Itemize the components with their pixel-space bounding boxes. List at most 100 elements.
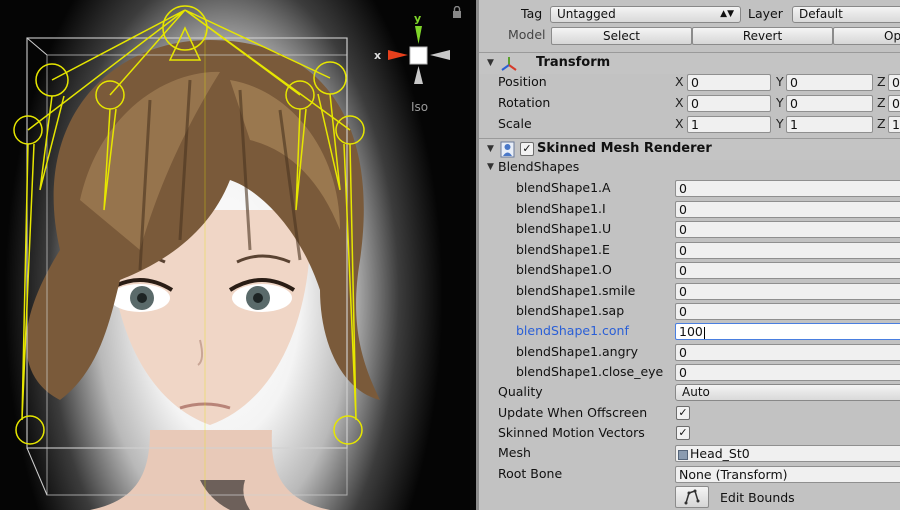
scale-z-field[interactable]: 1 <box>888 116 900 133</box>
axis-y-label: Y <box>776 74 784 89</box>
blendshape-row: blendShape1.sap 0 <box>479 302 900 322</box>
quality-row: Quality Auto <box>479 383 900 403</box>
inspector-panel: Tag Untagged ▲▼ Layer Default Model Sele… <box>476 0 900 510</box>
blendshape-value-field[interactable]: 0 <box>675 221 900 238</box>
rotation-label: Rotation <box>498 95 551 110</box>
mesh-row: Mesh Head_St0 <box>479 444 900 464</box>
rotation-row: Rotation X 0 Y 0 Z 0 <box>479 94 900 114</box>
edit-bounds-row: Edit Bounds <box>479 486 900 510</box>
fold-arrow-icon[interactable]: ▼ <box>487 139 494 159</box>
blendshape-value-field[interactable]: 0 <box>675 180 900 197</box>
renderer-title: Skinned Mesh Renderer <box>537 141 712 156</box>
scene-view[interactable]: y x Iso <box>0 0 476 510</box>
axis-z-label: Z <box>877 116 886 131</box>
tag-label: Tag <box>521 6 543 21</box>
transform-title: Transform <box>536 55 611 70</box>
lock-icon[interactable] <box>452 6 462 18</box>
motion-vectors-checkbox[interactable]: ✓ <box>676 426 690 440</box>
blendshape-name: blendShape1.O <box>516 262 612 277</box>
mesh-asset-icon <box>678 449 688 460</box>
fold-arrow-icon[interactable]: ▼ <box>487 158 494 176</box>
position-y-field[interactable]: 0 <box>786 74 873 91</box>
rotation-z-field[interactable]: 0 <box>888 95 900 112</box>
blendshape-value-field[interactable]: 0 <box>675 303 900 320</box>
layer-dropdown[interactable]: Default <box>792 6 900 23</box>
dropdown-arrow-icon: ▲▼ <box>720 9 734 19</box>
edit-bounds-icon <box>684 489 700 505</box>
blendshape-value-field-focused[interactable]: 100 <box>675 323 900 340</box>
blendshape-name: blendShape1.U <box>516 221 612 236</box>
mesh-label: Mesh <box>498 445 531 460</box>
blendshape-name: blendShape1.sap <box>516 303 625 318</box>
quality-value: Auto <box>682 385 710 399</box>
blendshape-row: blendShape1.U 0 <box>479 220 900 240</box>
text-caret <box>703 326 705 339</box>
blendshape-name: blendShape1.smile <box>516 283 636 298</box>
motion-vectors-label: Skinned Motion Vectors <box>498 425 645 440</box>
tag-layer-row: Tag Untagged ▲▼ Layer Default <box>479 5 900 25</box>
blendshape-value-field[interactable]: 0 <box>675 344 900 361</box>
position-z-field[interactable]: 0 <box>888 74 900 91</box>
skinned-mesh-icon <box>500 141 515 158</box>
scale-y-field[interactable]: 1 <box>786 116 873 133</box>
revert-button[interactable]: Revert <box>692 27 833 45</box>
axis-x-label: X <box>675 95 684 110</box>
gizmo-y-label: y <box>414 12 421 25</box>
scale-x-field[interactable]: 1 <box>687 116 771 133</box>
layer-value: Default <box>799 7 843 21</box>
position-x-field[interactable]: 0 <box>687 74 771 91</box>
focused-field-text: 100 <box>679 324 703 339</box>
rotation-x-field[interactable]: 0 <box>687 95 771 112</box>
root-bone-row: Root Bone None (Transform) <box>479 465 900 485</box>
mesh-value: Head_St0 <box>690 446 750 461</box>
offscreen-checkbox[interactable]: ✓ <box>676 406 690 420</box>
tag-dropdown[interactable]: Untagged ▲▼ <box>550 6 741 23</box>
blendshape-value-field[interactable]: 0 <box>675 364 900 381</box>
projection-label[interactable]: Iso <box>411 100 428 114</box>
quality-dropdown[interactable]: Auto <box>675 384 900 401</box>
root-bone-field[interactable]: None (Transform) <box>675 466 900 483</box>
position-label: Position <box>498 74 547 89</box>
quality-label: Quality <box>498 384 543 399</box>
blendshape-row: blendShape1.O 0 <box>479 261 900 281</box>
blendshapes-foldout[interactable]: ▼ BlendShapes <box>479 158 900 178</box>
skinned-mesh-renderer-header[interactable]: ▼ ✓ Skinned Mesh Renderer <box>479 138 900 160</box>
transform-axes-icon <box>501 57 517 71</box>
blendshape-name: blendShape1.angry <box>516 344 639 359</box>
blendshape-row-focused: blendShape1.conf 100 <box>479 322 900 342</box>
model-label: Model <box>508 27 546 42</box>
blendshape-value-field[interactable]: 0 <box>675 262 900 279</box>
rotation-y-field[interactable]: 0 <box>786 95 873 112</box>
scale-row: Scale X 1 Y 1 Z 1 <box>479 115 900 135</box>
motion-vectors-row: Skinned Motion Vectors ✓ <box>479 424 900 444</box>
position-row: Position X 0 Y 0 Z 0 <box>479 73 900 93</box>
axis-x-label: X <box>675 116 684 131</box>
open-button[interactable]: Op <box>833 27 900 45</box>
edit-bounds-button[interactable] <box>675 486 709 508</box>
axis-x-label: X <box>675 74 684 89</box>
axis-z-label: Z <box>877 95 886 110</box>
blendshape-name-focused: blendShape1.conf <box>516 323 629 338</box>
blendshape-row: blendShape1.close_eye 0 <box>479 363 900 383</box>
axis-y-label: Y <box>776 95 784 110</box>
blendshape-value-field[interactable]: 0 <box>675 201 900 218</box>
gizmo-x-label: x <box>374 49 381 62</box>
blendshape-row: blendShape1.I 0 <box>479 200 900 220</box>
root-bone-label: Root Bone <box>498 466 563 481</box>
blendshape-value-field[interactable]: 0 <box>675 242 900 259</box>
axis-y-label: Y <box>776 116 784 131</box>
blendshapes-label: BlendShapes <box>498 159 580 174</box>
axis-z-label: Z <box>877 74 886 89</box>
mesh-field[interactable]: Head_St0 <box>675 445 900 462</box>
renderer-enabled-checkbox[interactable]: ✓ <box>520 142 534 156</box>
blendshape-row: blendShape1.E 0 <box>479 241 900 261</box>
blendshape-value-field[interactable]: 0 <box>675 283 900 300</box>
tag-value: Untagged <box>557 7 616 21</box>
transform-header[interactable]: ▼ Transform <box>479 52 900 74</box>
offscreen-label: Update When Offscreen <box>498 405 648 420</box>
edit-bounds-label: Edit Bounds <box>720 490 795 505</box>
blendshape-row: blendShape1.smile 0 <box>479 282 900 302</box>
select-button[interactable]: Select <box>551 27 692 45</box>
fold-arrow-icon[interactable]: ▼ <box>487 53 494 73</box>
blendshape-name: blendShape1.E <box>516 242 610 257</box>
